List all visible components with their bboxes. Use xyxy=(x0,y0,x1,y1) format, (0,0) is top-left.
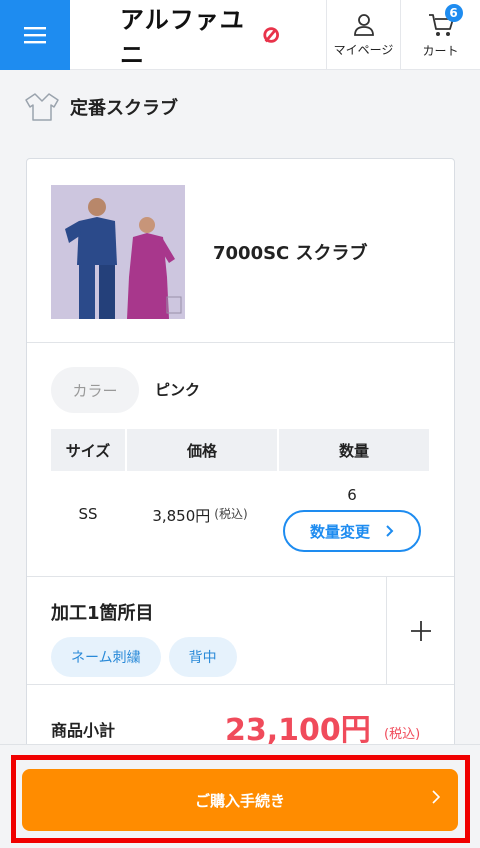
menu-button[interactable] xyxy=(0,0,70,70)
page: アルファユニ マイページ 6 カート 定番スクラブ 7000SC スクラブ カラ… xyxy=(0,0,480,848)
processing-tag: 背中 xyxy=(168,637,237,677)
processing-tag: ネーム刺繍 xyxy=(51,637,161,677)
checkout-button[interactable]: ご購入手続き xyxy=(22,769,458,831)
table-row: SS 3,850円 (税込) 6 数量変更 xyxy=(51,471,429,553)
mypage-button[interactable]: マイページ xyxy=(326,0,400,70)
section-title: 定番スクラブ xyxy=(24,92,178,122)
product-photo-illustration xyxy=(51,185,185,319)
quantity-value: 6 xyxy=(347,486,357,504)
processing-title: 加工1箇所目 xyxy=(51,603,154,624)
cell-size: SS xyxy=(78,505,98,523)
logo-text: アルファユニ xyxy=(120,6,245,69)
logo-mark-icon xyxy=(263,27,279,43)
product-row: 7000SC スクラブ xyxy=(27,159,454,343)
product-detail: カラー ピンク サイズ 価格 数量 SS 3,850円 (税込) 6 数量変更 xyxy=(27,343,454,577)
checkout-bar: ご購入手続き xyxy=(0,744,480,848)
cart-icon-wrap: 6 xyxy=(427,3,463,38)
processing-tags: ネーム刺繍 背中 xyxy=(51,637,237,677)
cart-button[interactable]: 6 カート xyxy=(400,0,480,70)
price-value: 3,850円 xyxy=(152,507,211,525)
plus-icon xyxy=(410,621,431,641)
header-size: サイズ xyxy=(51,429,125,471)
subtotal-tax: (税込) xyxy=(384,727,421,742)
subtotal-label: 商品小計 xyxy=(51,721,116,740)
chevron-right-icon xyxy=(386,525,394,537)
color-label: カラー xyxy=(51,367,139,413)
header-quantity: 数量 xyxy=(279,429,429,471)
section-title-text: 定番スクラブ xyxy=(70,98,178,119)
checkout-label: ご購入手続き xyxy=(194,791,285,810)
processing-section: 加工1箇所目 ネーム刺繍 背中 xyxy=(27,577,454,685)
user-icon xyxy=(353,13,374,36)
change-quantity-button[interactable]: 数量変更 xyxy=(283,510,421,552)
color-value: ピンク xyxy=(155,381,201,399)
cart-count-badge: 6 xyxy=(444,3,463,22)
chevron-right-icon xyxy=(432,790,440,804)
mypage-label: マイページ xyxy=(333,42,394,57)
scrub-shirt-icon xyxy=(25,93,59,121)
product-image[interactable] xyxy=(51,185,185,319)
header-price: 価格 xyxy=(127,429,277,471)
add-processing-button[interactable] xyxy=(386,577,454,685)
product-name: 7000SC スクラブ xyxy=(213,243,368,264)
spec-table-header: サイズ 価格 数量 xyxy=(51,429,429,471)
menu-icon xyxy=(24,27,46,44)
spec-table: サイズ 価格 数量 SS 3,850円 (税込) 6 数量変更 xyxy=(51,429,429,553)
header: アルファユニ マイページ 6 カート xyxy=(0,0,480,70)
subtotal-amount: 23,100円 xyxy=(225,713,371,748)
change-quantity-label: 数量変更 xyxy=(309,522,370,541)
cell-price: 3,850円 (税込) xyxy=(125,471,275,553)
logo[interactable]: アルファユニ xyxy=(120,6,280,69)
price-tax: (税込) xyxy=(214,507,248,521)
cart-label: カート xyxy=(422,43,459,58)
product-card: 7000SC スクラブ カラー ピンク サイズ 価格 数量 SS 3,850円 … xyxy=(26,158,455,778)
cell-quantity: 6 数量変更 xyxy=(277,471,427,553)
